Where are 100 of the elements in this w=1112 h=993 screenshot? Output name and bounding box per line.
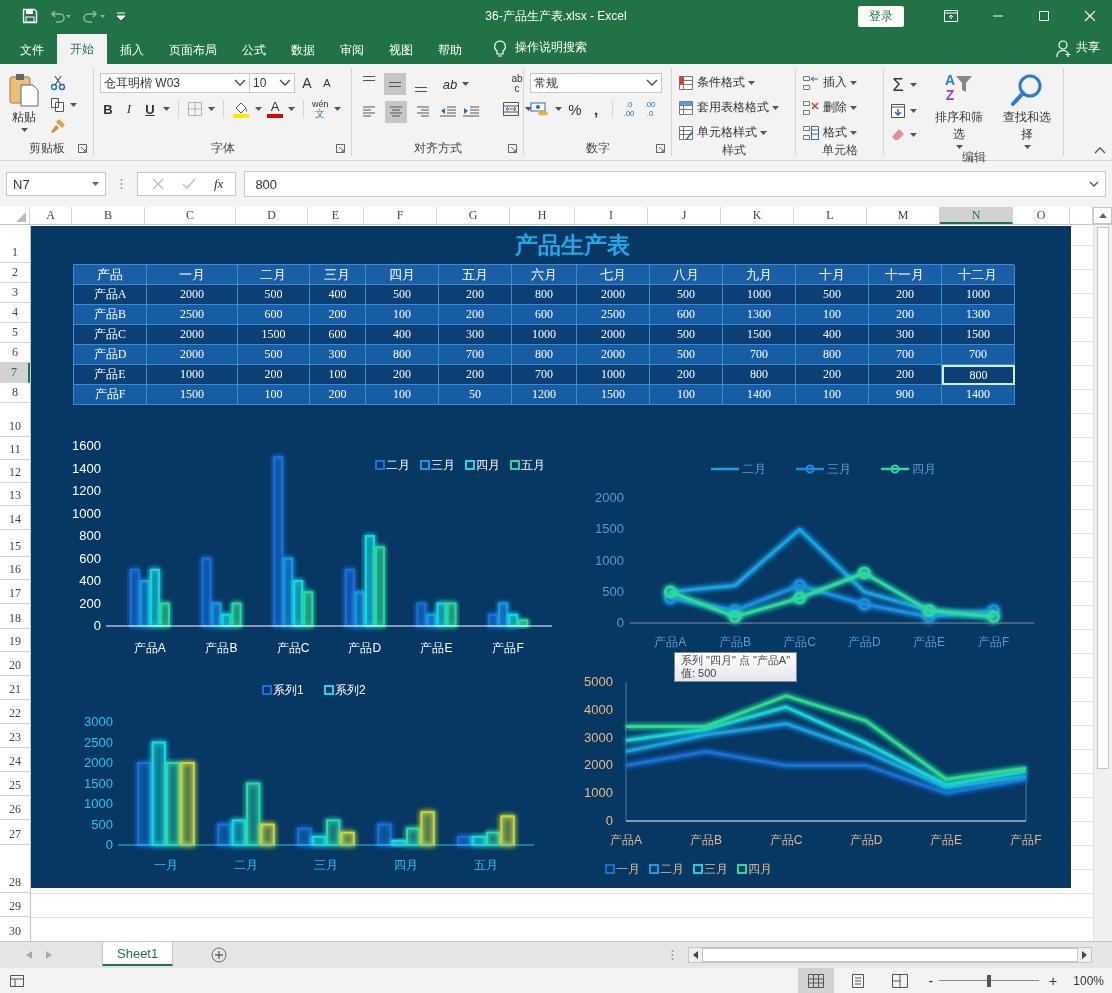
share-button[interactable]: 共享 [1076,39,1100,56]
add-sheet-icon[interactable] [211,947,228,963]
row-header[interactable]: 8 [0,383,30,403]
splitter-handle[interactable] [120,178,123,190]
increase-indent-icon[interactable] [462,104,480,120]
ribbon-tab[interactable]: 数据 [279,36,327,64]
row-header[interactable]: 1 [0,225,30,263]
scissors-icon[interactable] [50,75,66,91]
font-color-button[interactable]: A [267,99,283,119]
insert-function-button[interactable]: fx [214,176,224,192]
decrease-decimal-button[interactable]: .00 .0 [642,99,658,119]
cells-menu-button[interactable]: 删除 [802,98,877,117]
ribbon-tab[interactable]: 审阅 [328,36,376,64]
underline-button[interactable]: U [142,99,158,119]
bold-button[interactable]: B [100,99,116,119]
row-header[interactable]: 25 [0,772,30,796]
dialog-launcher-icon[interactable] [508,143,517,153]
cells-menu-button[interactable]: 格式 [802,123,877,142]
column-header[interactable]: K [721,207,794,224]
merge-cells-icon[interactable] [502,101,520,117]
maximize-icon[interactable] [1038,10,1050,22]
decrease-indent-icon[interactable] [439,104,457,120]
font-name-field[interactable]: 仓耳明楷 W03 [100,73,250,93]
row-header[interactable]: 26 [0,796,30,820]
tell-me-search[interactable]: 操作说明搜索 [515,39,587,56]
ribbon-tab[interactable]: 文件 [8,36,56,64]
column-header[interactable]: J [648,207,721,224]
phonetic-button[interactable]: wén 文 [312,99,329,119]
row-header[interactable]: 19 [0,629,30,652]
dialog-launcher-icon[interactable] [78,143,87,153]
column-header[interactable]: E [308,207,364,224]
undo-icon[interactable] [48,8,72,24]
copy-icon[interactable] [50,96,66,113]
row-header[interactable]: 10 [0,403,30,437]
formula-field[interactable]: 800 [244,171,1106,197]
row-header[interactable]: 29 [0,893,30,917]
ribbon-tab[interactable]: 开始 [57,34,107,64]
scroll-right-icon[interactable] [1082,951,1087,959]
increase-font-button[interactable]: A [299,73,315,93]
middle-align-button[interactable] [384,73,406,95]
sort-filter-button[interactable]: A Z 排序和筛选 [929,73,989,149]
column-header[interactable]: B [72,207,145,224]
row-header[interactable]: 4 [0,303,30,323]
row-header[interactable]: 11 [0,437,30,460]
format-painter-icon[interactable] [50,118,66,134]
column-header[interactable]: A [30,207,72,224]
row-header[interactable]: 15 [0,530,30,557]
column-header[interactable]: F [364,207,437,224]
fill-down-icon[interactable] [890,103,906,119]
horizontal-scrollbar[interactable] [688,947,1092,963]
zoom-in-button[interactable]: + [1049,972,1058,989]
dialog-launcher-icon[interactable] [656,143,665,153]
vertical-scrollbar[interactable] [1093,225,1112,941]
row-header[interactable]: 12 [0,460,30,483]
wrap-text-button[interactable]: ab c [502,73,532,95]
scroll-thumb[interactable] [1097,227,1109,769]
row-header[interactable]: 18 [0,604,30,629]
row-header[interactable]: 17 [0,580,30,604]
row-header[interactable]: 2 [0,263,30,283]
font-size-field[interactable]: 10 [249,73,295,93]
italic-button[interactable]: I [121,99,137,119]
row-header[interactable]: 24 [0,748,30,772]
normal-view-button[interactable] [798,968,835,993]
sheet-tab[interactable]: Sheet1 [102,942,174,966]
row-header[interactable]: 27 [0,820,30,845]
splitter-handle[interactable] [671,949,674,961]
ribbon-tab[interactable]: 视图 [377,36,425,64]
style-menu-button[interactable]: 单元格样式 [678,123,789,142]
customize-toolbar-icon[interactable] [116,11,126,21]
row-header[interactable]: 22 [0,700,30,724]
dialog-launcher-icon[interactable] [336,143,345,153]
number-format-field[interactable]: 常规 [530,73,662,93]
scroll-up-icon[interactable] [1098,213,1107,218]
column-header[interactable]: O [1013,207,1070,224]
row-header[interactable]: 5 [0,323,30,343]
ribbon-display-icon[interactable] [944,10,958,22]
column-header[interactable]: N [940,207,1013,224]
ribbon-tab[interactable]: 插入 [108,36,156,64]
row-header[interactable]: 3 [0,283,30,303]
find-select-button[interactable]: 查找和选择 [997,73,1057,149]
macro-record-icon[interactable] [10,974,24,987]
sign-in-button[interactable]: 登录 [858,5,904,27]
row-header[interactable]: 21 [0,676,30,700]
paste-button[interactable]: 粘贴 [6,73,42,140]
column-header[interactable]: D [236,207,308,224]
style-menu-button[interactable]: 套用表格格式 [678,98,789,117]
row-header[interactable]: 23 [0,724,30,748]
row-header[interactable]: 20 [0,652,30,676]
fill-color-icon[interactable] [232,100,250,118]
row-header[interactable]: 13 [0,483,30,506]
orientation-button[interactable]: ab [442,74,458,94]
autosum-button[interactable]: Σ [890,75,906,95]
ribbon-tab[interactable]: 页面布局 [157,36,229,64]
zoom-level[interactable]: 100% [1073,973,1104,988]
name-box[interactable]: N7 [6,172,106,196]
column-header[interactable]: H [510,207,575,224]
close-icon[interactable] [1084,10,1096,22]
lightbulb-icon[interactable] [493,40,507,58]
scroll-left-icon[interactable] [693,951,698,959]
ribbon-tab[interactable]: 帮助 [426,36,474,64]
